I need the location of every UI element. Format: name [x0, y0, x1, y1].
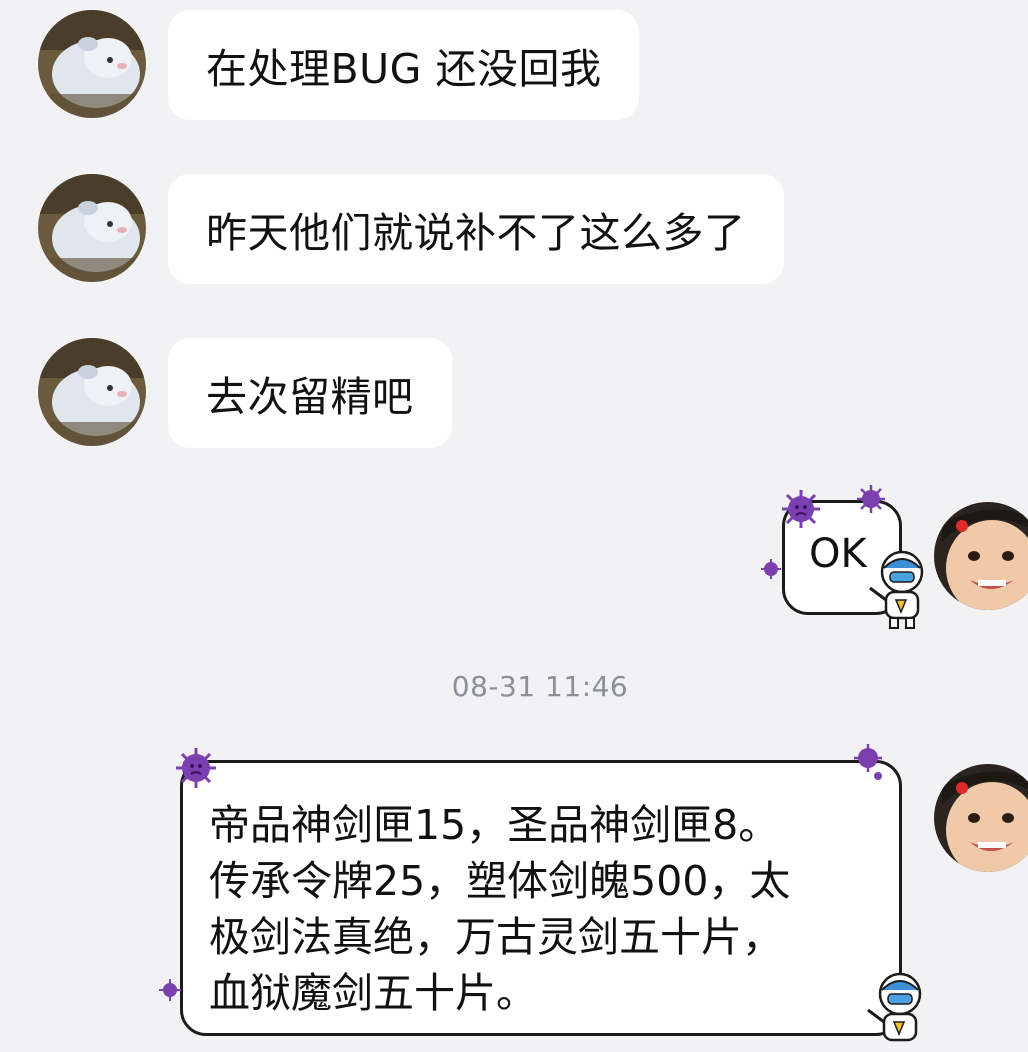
message-text: OK — [809, 531, 867, 577]
message-line: 极剑法真绝，万古灵剑五十片， — [209, 913, 783, 961]
avatar-lamb[interactable] — [38, 10, 146, 118]
message-text: 去次留精吧 — [206, 373, 414, 421]
message-line: 传承令牌25，塑体剑魄500，太 — [209, 857, 791, 905]
message-line: 帝品神剑匣15，圣品神剑匣8。 — [209, 801, 780, 849]
virus-sticker-icon — [856, 484, 886, 514]
message-line: 血狱魔剑五十片。 — [209, 969, 537, 1017]
message-text: 在处理BUG 还没回我 — [206, 45, 602, 93]
avatar-child[interactable] — [934, 502, 1028, 610]
message-timestamp: 08-31 11:46 — [451, 670, 629, 703]
virus-sticker-icon — [780, 488, 822, 530]
message-text: 昨天他们就说补不了这么多了 — [206, 209, 746, 257]
avatar-lamb[interactable] — [38, 174, 146, 282]
incoming-message-bubble[interactable]: 去次留精吧 — [168, 338, 452, 448]
virus-sticker-icon — [158, 978, 182, 1002]
avatar-lamb[interactable] — [38, 338, 146, 446]
outgoing-message-bubble[interactable]: 帝品神剑匣15，圣品神剑匣8。 传承令牌25，塑体剑魄500，太 极剑法真绝，万… — [180, 760, 902, 1036]
incoming-message-bubble[interactable]: 昨天他们就说补不了这么多了 — [168, 174, 784, 284]
doctor-mascot-icon — [866, 548, 932, 630]
virus-sticker-icon — [852, 742, 886, 782]
chat-view: 在处理BUG 还没回我 昨天他们就说补不了这么多了 去次留精吧 OK 08-31… — [0, 0, 1028, 1052]
message-text: 帝品神剑匣15，圣品神剑匣8。 传承令牌25，塑体剑魄500，太 极剑法真绝，万… — [209, 797, 869, 1021]
doctor-mascot-icon — [864, 970, 930, 1050]
avatar-child[interactable] — [934, 764, 1028, 872]
incoming-message-bubble[interactable]: 在处理BUG 还没回我 — [168, 10, 640, 120]
virus-sticker-icon — [760, 558, 782, 580]
virus-sticker-icon — [174, 746, 218, 790]
